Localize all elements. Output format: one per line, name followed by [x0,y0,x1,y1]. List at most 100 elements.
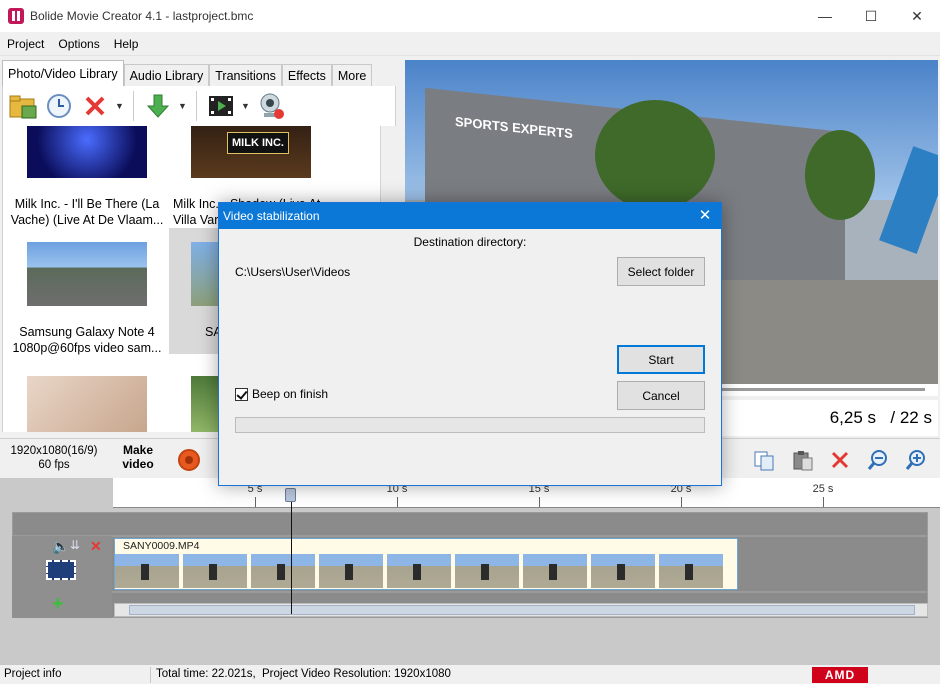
chevron-down-icon[interactable]: ▼ [115,101,125,111]
make-video-label: Make [122,443,154,457]
video-thumbnail [27,376,147,432]
seekbar-track [715,388,925,391]
clip-frame [659,554,723,588]
title-bar: Bolide Movie Creator 4.1 - lastproject.b… [0,0,940,32]
library-item-subtitle: 1080p@60fps video sam... [12,341,162,355]
ruler-tick [397,497,398,507]
ruler-label: 25 s [812,483,834,495]
open-folder-icon[interactable] [7,90,39,122]
track-header: 🔈 ⇊ ✕ [12,536,112,592]
app-logo-icon [8,8,24,24]
webcam-icon[interactable] [255,90,287,122]
stabilization-progress-bar [235,417,705,433]
clip-frame [319,554,383,588]
preview-tree [595,100,715,210]
timeline-scrollbar[interactable] [114,603,928,617]
copy-icon[interactable] [750,447,778,473]
playhead-line [291,502,292,614]
ruler-tick [823,497,824,507]
destination-path: C:\Users\User\Videos [235,265,351,279]
import-arrow-icon[interactable] [142,90,174,122]
ruler-tick [681,497,682,507]
film-play-icon[interactable] [205,90,237,122]
video-thumbnail [191,376,221,432]
playhead-handle[interactable] [285,488,296,502]
resolution-status-label: Project Video Resolution: [262,668,391,680]
library-item[interactable]: MILK INC. [171,126,331,178]
menu-project[interactable]: Project [0,37,51,51]
ruler-tick [255,497,256,507]
video-thumbnail [27,126,147,178]
timeline-scroll-thumb[interactable] [129,605,915,615]
clip-frame [523,554,587,588]
video-resolution-info[interactable]: 1920x1080(16/9) 60 fps [8,444,100,472]
toolbar-divider [133,91,134,121]
zoom-out-icon[interactable] [864,447,892,473]
library-item[interactable]: Milk Inc. - I'll Be There (La Vache) (Li… [7,190,167,228]
delete-clip-icon[interactable] [826,447,854,473]
record-icon[interactable] [178,449,200,471]
maximize-icon[interactable]: ☐ [848,0,894,32]
menu-bar: Project Options Help [0,32,940,56]
make-video-button[interactable]: Make video [118,443,158,471]
mute-icon[interactable]: 🔈 [52,538,69,555]
library-item-subtitle: Vache) (Live At De Vlaam... [10,213,164,227]
beep-on-finish-option[interactable]: Beep on finish [235,387,328,401]
timeline: 5 s 10 s 15 s 20 s 25 s 🔈 ⇊ ✕ SANY0009.M… [0,478,940,664]
make-video-label: video [122,457,154,471]
thumbnail-sign: MILK INC. [227,132,289,154]
remove-track-icon[interactable]: ✕ [90,538,102,555]
start-button[interactable]: Start [617,345,705,374]
video-stabilization-dialog: Video stabilization ✕ Destination direct… [218,202,722,486]
menu-help[interactable]: Help [107,37,146,51]
track-header: + [12,592,112,618]
add-track-icon[interactable]: + [52,593,64,616]
chevron-down-icon[interactable]: ▼ [241,101,251,111]
minimize-icon[interactable]: — [802,0,848,32]
tab-effects[interactable]: Effects [281,64,332,86]
zoom-in-icon[interactable] [902,447,930,473]
beep-label: Beep on finish [252,387,329,401]
library-item[interactable] [7,126,167,178]
clip-frame [455,554,519,588]
total-time-status: Total time: 22.021s, [156,668,256,680]
ruler-tick [539,497,540,507]
beep-checkbox[interactable] [235,387,248,401]
clock-icon[interactable] [43,90,75,122]
library-item[interactable]: Samsung Galaxy Note 4 1080p@60fps video … [7,242,167,356]
tab-audio-library[interactable]: Audio Library [123,64,210,86]
video-clip[interactable]: SANY0009.MP4 [114,538,738,590]
tab-transitions[interactable]: Transitions [209,64,282,86]
timeline-track-empty[interactable] [12,512,928,536]
clip-frame [387,554,451,588]
delete-icon[interactable] [79,90,111,122]
status-divider [150,667,151,683]
current-time: 6,25 s [829,408,876,427]
clip-name: SANY0009.MP4 [123,540,200,552]
paste-icon[interactable] [788,447,816,473]
clip-frames [115,554,723,588]
destination-heading: Destination directory: [413,235,527,249]
library-item[interactable] [7,376,167,432]
clip-frame [183,554,247,588]
library-item-title: Samsung Galaxy Note 4 [19,325,155,339]
collapse-icon[interactable]: ⇊ [70,538,80,552]
tab-photo-video-library[interactable]: Photo/Video Library [2,60,124,87]
tab-more[interactable]: More [331,64,373,86]
close-icon[interactable]: ✕ [695,207,715,225]
library-tabs: Photo/Video Library Audio Library Transi… [2,60,373,87]
cancel-button[interactable]: Cancel [617,381,705,410]
close-window-icon[interactable]: ✕ [894,0,940,32]
total-time: / 22 s [890,408,932,427]
menu-options[interactable]: Options [51,37,106,51]
resolution-status-value: 1920x1080 [394,668,451,680]
film-track-icon [46,560,76,580]
select-folder-button[interactable]: Select folder [617,257,705,286]
amd-logo: AMD [812,667,868,683]
status-bar: Project info Total time: 22.021s, Projec… [0,664,940,684]
chevron-down-icon[interactable]: ▼ [178,101,188,111]
window-controls: — ☐ ✕ [802,0,940,32]
clip-frame [251,554,315,588]
project-info[interactable]: Project info [4,668,62,680]
timeline-tools [750,447,930,473]
